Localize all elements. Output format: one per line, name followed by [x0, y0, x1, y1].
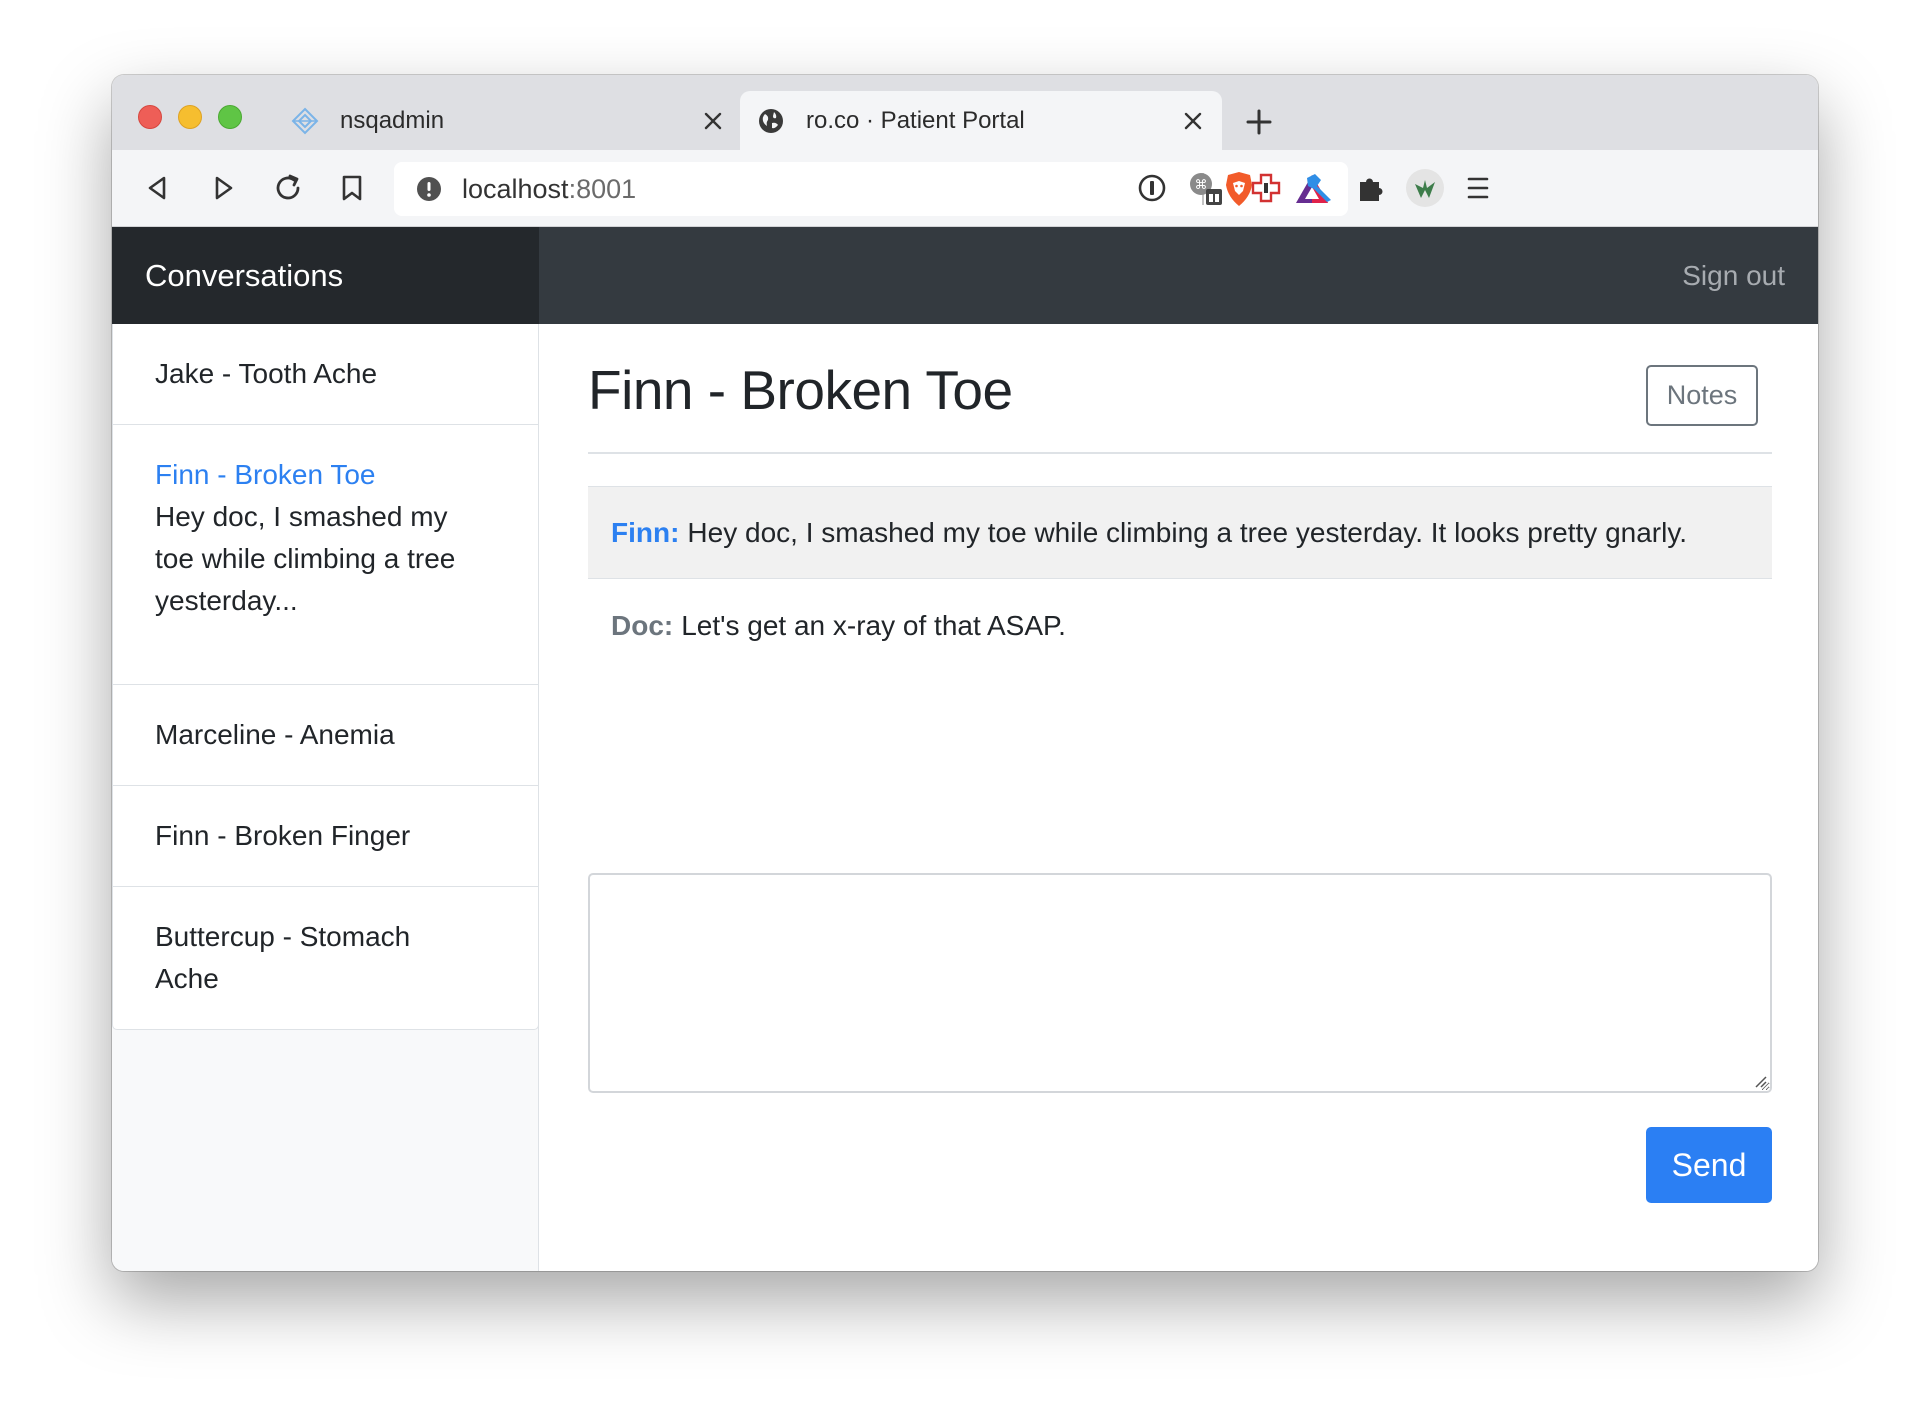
message-row: Doc: Let's get an x-ray of that ASAP.	[588, 579, 1772, 672]
message-row: Finn: Hey doc, I smashed my toe while cl…	[588, 486, 1772, 579]
conversation-title: Finn - Broken Toe	[155, 459, 376, 490]
browser-toolbar: localhost:8001 ⌘	[112, 150, 1818, 227]
conversation-item-active[interactable]: Finn - Broken Toe Hey doc, I smashed my …	[113, 425, 538, 685]
1password-icon[interactable]	[1134, 170, 1170, 206]
globe-icon	[756, 106, 786, 136]
conversation-title: Finn - Broken Finger	[155, 820, 411, 851]
tab-title: nsqadmin	[340, 106, 445, 134]
svg-text:⌘: ⌘	[1195, 178, 1208, 193]
minimize-window-button[interactable]	[178, 105, 202, 129]
url-port: :8001	[568, 173, 637, 204]
puzzle-icon[interactable]	[1353, 170, 1389, 206]
medical-cross-icon[interactable]	[1248, 170, 1284, 206]
conversation-item[interactable]: Buttercup - Stomach Ache	[113, 887, 538, 1029]
sidebar: Jake - Tooth Ache Finn - Broken Toe Hey …	[112, 324, 539, 1271]
resize-grip-icon[interactable]	[1752, 1073, 1768, 1089]
conversation-item[interactable]: Jake - Tooth Ache	[113, 324, 538, 425]
bookmark-icon[interactable]	[334, 170, 370, 206]
conversation-panel: Finn - Broken Toe Notes Finn: Hey doc, I…	[539, 324, 1818, 1271]
tab-nsqadmin[interactable]: nsqadmin	[272, 91, 742, 150]
reload-icon[interactable]	[270, 170, 306, 206]
message-author: Doc:	[611, 609, 674, 641]
new-tab-button[interactable]	[1242, 105, 1276, 139]
message-text: Let's get an x-ray of that ASAP.	[681, 609, 1066, 641]
notes-button[interactable]: Notes	[1646, 365, 1758, 426]
conversation-item[interactable]: Marceline - Anemia	[113, 685, 538, 786]
site-info-icon[interactable]	[414, 174, 444, 204]
page-title: Finn - Broken Toe	[588, 359, 1013, 421]
conversation-title: Jake - Tooth Ache	[155, 358, 378, 389]
menu-icon[interactable]	[1460, 170, 1496, 206]
wrench-icon[interactable]	[1301, 170, 1337, 206]
url-host: localhost	[462, 173, 569, 204]
forward-icon[interactable]	[205, 170, 241, 206]
maximize-window-button[interactable]	[218, 105, 242, 129]
profile-avatar-icon[interactable]	[1405, 168, 1445, 208]
app-navbar: Conversations Sign out	[112, 227, 1818, 324]
message-author: Finn:	[611, 516, 680, 548]
conversation-list: Jake - Tooth Ache Finn - Broken Toe Hey …	[112, 324, 539, 1030]
title-divider	[588, 452, 1772, 454]
conversation-title: Buttercup - Stomach Ache	[155, 921, 411, 994]
nsq-diamond-icon	[290, 106, 320, 136]
tab-patient-portal[interactable]: ro.co · Patient Portal	[740, 91, 1222, 150]
browser-window: nsqadmin ro.co · Patient Portal localhos…	[112, 75, 1818, 1271]
brand-title[interactable]: Conversations	[112, 227, 539, 324]
tab-title: ro.co · Patient Portal	[806, 106, 1025, 134]
conversation-title: Marceline - Anemia	[155, 719, 395, 750]
url-text[interactable]: localhost:8001	[462, 174, 1202, 205]
close-tab-icon[interactable]	[698, 106, 728, 136]
message-text: Hey doc, I smashed my toe while climbing…	[687, 516, 1688, 548]
shortcut-extension-icon[interactable]: ⌘	[1187, 170, 1223, 206]
conversation-item[interactable]: Finn - Broken Finger	[113, 786, 538, 887]
conversation-preview: Hey doc, I smashed my toe while climbing…	[155, 501, 456, 616]
message-list: Finn: Hey doc, I smashed my toe while cl…	[588, 486, 1772, 672]
close-window-button[interactable]	[138, 105, 162, 129]
sign-out-link[interactable]: Sign out	[1682, 227, 1785, 324]
tab-strip: nsqadmin ro.co · Patient Portal	[112, 75, 1818, 150]
send-button[interactable]: Send	[1646, 1127, 1772, 1203]
reply-textarea[interactable]	[588, 873, 1772, 1093]
close-tab-icon[interactable]	[1178, 106, 1208, 136]
back-icon[interactable]	[140, 170, 176, 206]
